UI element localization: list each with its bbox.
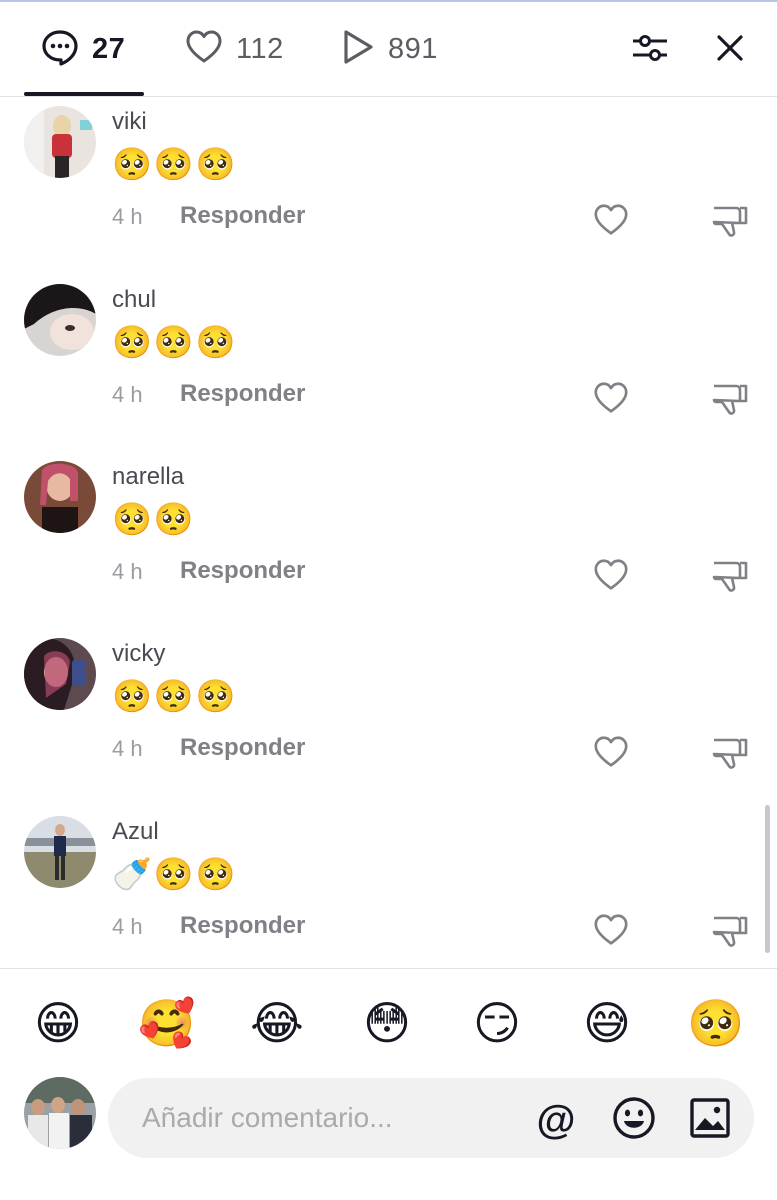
comments-count: 27 [92,33,126,65]
emoji-icon [612,1096,656,1145]
thumbs-down-icon [710,561,750,600]
likes-count: 112 [236,33,284,65]
quick-emoji-button[interactable]: 😂 [245,991,309,1055]
emoji-button[interactable] [612,1096,656,1145]
comment-item: vicky 🥺🥺🥺 4 h Responder [0,638,777,816]
comment-item: narella 🥺🥺 4 h Responder [0,461,777,639]
image-button[interactable] [688,1097,732,1144]
filter-button[interactable] [630,30,670,70]
dislike-button[interactable] [710,911,750,951]
quick-emoji-button[interactable]: 😳 [355,991,419,1055]
thumbs-down-icon [710,738,750,777]
tab-comments[interactable]: 27 [40,2,125,97]
heart-outline-icon [592,204,630,243]
comment-text: 🥺🥺🥺 [112,145,238,183]
reply-button[interactable]: Responder [180,202,305,230]
quick-emoji-button[interactable]: 🥰 [135,991,199,1055]
my-avatar[interactable] [24,1077,96,1149]
comment-text: 🥺🥺🥺 [112,323,238,361]
like-button[interactable] [592,379,630,417]
comment-text: 🥺🥺 [112,500,196,538]
quick-emoji-button[interactable]: 🥺 [684,991,748,1055]
image-icon [689,1097,731,1144]
reply-button[interactable]: Responder [180,557,305,585]
active-tab-indicator [24,92,144,96]
close-icon [716,34,744,67]
avatar[interactable] [24,816,96,888]
avatar[interactable] [24,284,96,356]
heart-icon [184,27,224,72]
thumbs-down-icon [710,916,750,955]
comment-time: 4 h [112,382,143,407]
heart-outline-icon [592,914,630,953]
close-button[interactable] [710,30,750,70]
dislike-button[interactable] [710,556,750,596]
comment-composer: 😁 🥰 😂 😳 😏 😅 🥺 @ [0,968,777,1200]
heart-outline-icon [592,736,630,775]
tab-likes[interactable]: 112 [184,2,284,97]
scrollbar[interactable] [765,805,770,953]
comment-username[interactable]: vicky [112,640,165,668]
comment-time: 4 h [112,914,143,939]
dislike-button[interactable] [710,379,750,419]
dislike-button[interactable] [710,733,750,773]
comment-item: chul 🥺🥺🥺 4 h Responder [0,284,777,462]
quick-emoji-button[interactable]: 😏 [465,991,529,1055]
like-button[interactable] [592,911,630,949]
thumbs-down-icon [710,206,750,245]
views-count: 891 [388,33,438,65]
comment-icon [40,27,80,72]
like-button[interactable] [592,733,630,771]
comment-username[interactable]: chul [112,286,156,314]
quick-emoji-button[interactable]: 😁 [26,991,90,1055]
avatar[interactable] [24,106,96,178]
heart-outline-icon [592,559,630,598]
comment-input-box: @ [108,1078,754,1158]
like-button[interactable] [592,201,630,239]
thumbs-down-icon [710,384,750,423]
comment-username[interactable]: Azul [112,818,159,846]
mention-button[interactable]: @ [534,1098,578,1142]
avatar[interactable] [24,638,96,710]
comment-input[interactable] [142,1098,522,1138]
comment-username[interactable]: narella [112,463,184,491]
avatar[interactable] [24,461,96,533]
reply-button[interactable]: Responder [180,734,305,762]
comment-time: 4 h [112,736,143,761]
heart-outline-icon [592,382,630,421]
comment-item: viki 🥺🥺🥺 4 h Responder [0,106,777,284]
reply-button[interactable]: Responder [180,912,305,940]
filter-icon [631,32,669,69]
tab-views[interactable]: 891 [340,2,438,97]
dislike-button[interactable] [710,201,750,241]
comment-text: 🍼🥺🥺 [112,855,238,893]
like-button[interactable] [592,556,630,594]
quick-emoji-button[interactable]: 😅 [575,991,639,1055]
comment-time: 4 h [112,204,143,229]
comment-username[interactable]: viki [112,108,147,136]
comments-header: 27 112 891 [0,2,777,97]
comment-time: 4 h [112,559,143,584]
play-icon [340,27,376,72]
reply-button[interactable]: Responder [180,380,305,408]
quick-emoji-bar: 😁 🥰 😂 😳 😏 😅 🥺 [0,991,777,1055]
comment-text: 🥺🥺🥺 [112,677,238,715]
mention-icon: @ [536,1098,576,1142]
